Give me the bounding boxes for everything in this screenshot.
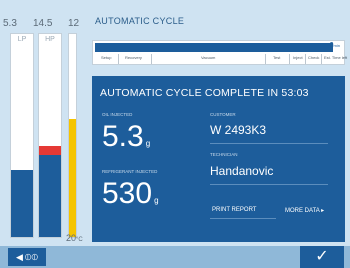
time-left-value: 0min bbox=[329, 42, 340, 49]
lp-gauge-fill bbox=[11, 170, 33, 237]
cycle-complete-title: AUTOMATIC CYCLE COMPLETE IN 53:03 bbox=[100, 87, 309, 99]
refrigerant-injected-label: REFRIGERANT INJECTED bbox=[102, 169, 158, 174]
oil-injected-value: 5.3 g bbox=[102, 120, 151, 153]
cycle-summary-panel: AUTOMATIC CYCLE COMPLETE IN 53:03 OIL IN… bbox=[92, 76, 345, 242]
temperature-gauge-fill bbox=[69, 119, 76, 237]
wheels-icon: ⦶⦶ bbox=[24, 251, 38, 262]
back-arrow-icon: ◀ bbox=[16, 251, 23, 262]
progress-fill bbox=[95, 43, 334, 52]
hp-gauge-label: HP bbox=[45, 36, 55, 43]
refrigerant-injected-value: 530 g bbox=[102, 177, 159, 210]
more-data-button[interactable]: MORE DATA ▸ bbox=[285, 207, 324, 214]
temperature-gauge-value: 12 bbox=[68, 18, 80, 29]
step-setup: Setup bbox=[101, 55, 112, 60]
step-recovery: Recovery bbox=[125, 55, 142, 60]
print-report-underline bbox=[210, 218, 276, 219]
customer-divider bbox=[210, 143, 328, 144]
chevron-right-icon: ▸ bbox=[321, 208, 325, 214]
cycle-progress: 0min Setup Recovery Vacuum Test Inject C… bbox=[92, 40, 348, 65]
page-title: AUTOMATIC CYCLE bbox=[95, 16, 185, 26]
hp-gauge-tube: HP bbox=[38, 33, 62, 238]
customer-value: W 2493K3 bbox=[210, 123, 267, 137]
lp-gauge-value: 5.3 bbox=[3, 18, 17, 29]
lp-gauge-label: LP bbox=[17, 36, 27, 43]
temperature-gauge-tube bbox=[68, 33, 77, 238]
hp-gauge-fill bbox=[39, 145, 61, 237]
technician-divider bbox=[210, 184, 328, 185]
technician-label: TECHNICIAN bbox=[210, 152, 238, 157]
confirm-button[interactable]: ✓ bbox=[300, 246, 344, 268]
print-report-button[interactable]: PRINT REPORT bbox=[212, 207, 256, 213]
checkmark-icon: ✓ bbox=[315, 248, 329, 265]
step-check: Check bbox=[308, 55, 320, 60]
back-button[interactable]: ◀ ⦶⦶ bbox=[8, 248, 46, 266]
temperature-gauge-unit: 20°C bbox=[66, 233, 83, 243]
technician-value: Handanovic bbox=[210, 164, 274, 178]
customer-label: CUSTOMER bbox=[210, 112, 236, 117]
oil-injected-label: OIL INJECTED bbox=[102, 112, 133, 117]
step-inject: Inject bbox=[293, 55, 303, 60]
lp-gauge-tube: LP bbox=[10, 33, 34, 238]
step-time-left: Est. Time left bbox=[324, 55, 348, 60]
step-test: Test bbox=[273, 55, 281, 60]
step-vacuum: Vacuum bbox=[201, 55, 216, 60]
gauges-panel: 5.3 14.5 12 LP HP 20°C bbox=[0, 0, 90, 268]
hp-gauge-value: 14.5 bbox=[33, 18, 53, 29]
bottom-toolbar: ◀ ⦶⦶ ✓ bbox=[0, 246, 350, 268]
